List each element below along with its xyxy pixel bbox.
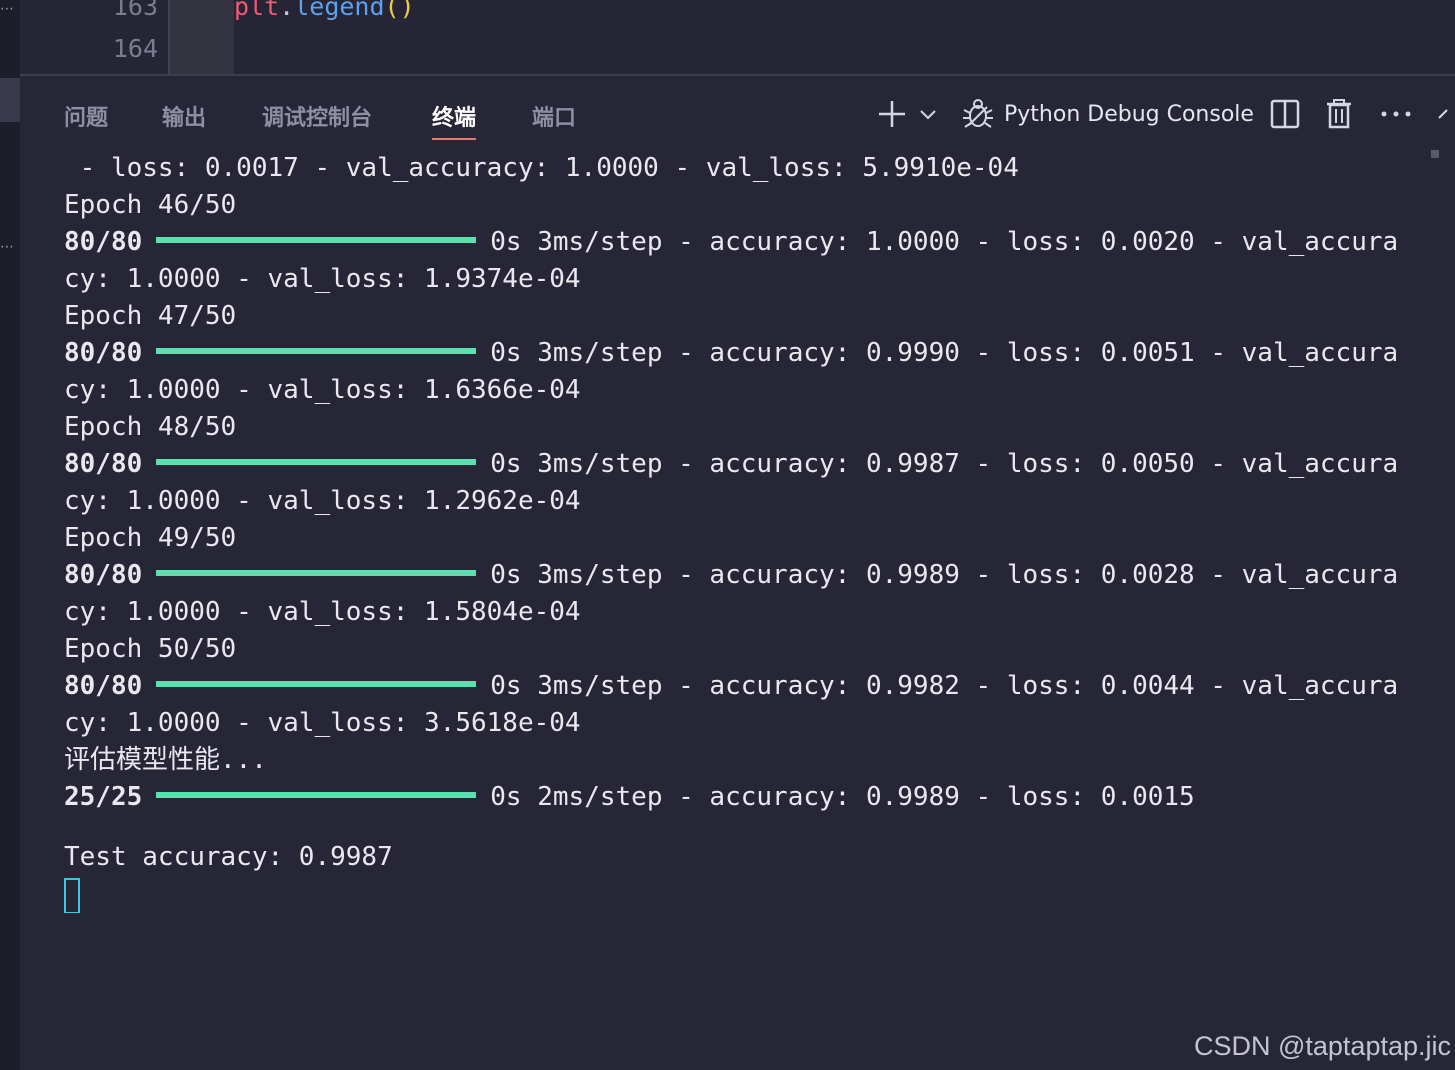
progress-bar xyxy=(156,458,477,465)
tab-terminal[interactable]: 终端 xyxy=(432,100,477,140)
ellipsis-icon xyxy=(1381,111,1411,117)
step-stats: 0s 3ms/step - accuracy: 0.9990 - loss: 0… xyxy=(490,338,1399,368)
activity-strip: ⋯ ⋯ xyxy=(0,0,20,1070)
code-token-parens: () xyxy=(384,0,415,21)
split-icon xyxy=(1270,99,1300,129)
step-count: 80/80 xyxy=(64,227,143,257)
test-accuracy: Test accuracy: 0.9987 xyxy=(64,842,393,872)
epoch-header: Epoch 46/50 xyxy=(64,190,237,220)
progress-line: 80/80 0s 3ms/step - accuracy: 0.9989 - lo… xyxy=(64,557,1430,594)
console-name: Python Debug Console xyxy=(1004,101,1254,127)
terminal-line: cy: 1.0000 - val_loss: 1.6366e-04 xyxy=(64,375,581,405)
progress-line: 80/80 0s 3ms/step - accuracy: 0.9982 - lo… xyxy=(64,668,1430,705)
step-count: 80/80 xyxy=(64,560,143,590)
epoch-header: Epoch 49/50 xyxy=(64,523,237,553)
trash-icon xyxy=(1327,99,1351,129)
kill-terminal-button[interactable] xyxy=(1326,96,1352,132)
tab-problems[interactable]: 问题 xyxy=(64,100,108,138)
chevron-up-icon xyxy=(1438,109,1448,119)
code-token-dot: . xyxy=(279,0,295,21)
step-stats: 0s 2ms/step - accuracy: 0.9989 - loss: 0… xyxy=(490,782,1195,812)
terminal-line: cy: 1.0000 - val_loss: 1.9374e-04 xyxy=(64,264,581,294)
more-dots-icon[interactable]: ⋯ xyxy=(0,240,20,254)
bottom-panel: 问题 输出 调试控制台 终端 端口 Python Debug Console -… xyxy=(20,76,1455,1070)
terminal-cursor xyxy=(64,878,80,913)
progress-line: 25/25 0s 2ms/step - accuracy: 0.9989 - lo… xyxy=(64,779,1430,816)
step-stats: 0s 3ms/step - accuracy: 1.0000 - loss: 0… xyxy=(490,227,1399,257)
epoch-header: Epoch 48/50 xyxy=(64,412,237,442)
code-line[interactable]: plt.legend() xyxy=(234,0,415,21)
progress-bar xyxy=(156,236,477,243)
progress-bar xyxy=(156,569,477,576)
maximize-panel-button[interactable] xyxy=(1438,96,1454,132)
terminal-line: cy: 1.0000 - val_loss: 1.2962e-04 xyxy=(64,486,581,516)
step-count: 25/25 xyxy=(64,782,143,812)
plus-icon xyxy=(879,101,905,127)
eval-label: 评估模型性能... xyxy=(64,745,267,775)
active-marker xyxy=(0,78,20,122)
terminal-line: cy: 1.0000 - val_loss: 1.5804e-04 xyxy=(64,597,581,627)
progress-bar xyxy=(156,347,477,354)
epoch-header: Epoch 50/50 xyxy=(64,634,237,664)
step-stats: 0s 3ms/step - accuracy: 0.9987 - loss: 0… xyxy=(490,449,1399,479)
code-token-var: plt xyxy=(234,0,280,21)
watermark: CSDN @taptaptap.jic xyxy=(1193,1031,1451,1061)
indent-guide xyxy=(168,0,234,74)
terminal-dropdown-button[interactable] xyxy=(918,96,938,132)
split-terminal-button[interactable] xyxy=(1270,96,1300,132)
step-stats: 0s 3ms/step - accuracy: 0.9982 - loss: 0… xyxy=(490,671,1399,701)
more-actions-button[interactable] xyxy=(1380,96,1412,132)
terminal-scrollbar[interactable] xyxy=(1431,150,1439,158)
progress-bar xyxy=(156,680,477,687)
line-gutter: 163 164 xyxy=(20,0,168,74)
step-count: 80/80 xyxy=(64,449,143,479)
tab-output[interactable]: 输出 xyxy=(162,100,206,138)
terminal-selector[interactable]: Python Debug Console xyxy=(960,96,1254,132)
bug-icon xyxy=(963,99,993,128)
tab-ports[interactable]: 端口 xyxy=(532,100,576,138)
terminal-line: - loss: 0.0017 - val_accuracy: 1.0000 - … xyxy=(64,153,1019,183)
line-number: 164 xyxy=(112,34,158,63)
progress-bar xyxy=(156,791,477,798)
terminal-output[interactable]: - loss: 0.0017 - val_accuracy: 1.0000 - … xyxy=(64,150,1430,913)
chevron-down-icon xyxy=(920,110,936,120)
step-count: 80/80 xyxy=(64,671,143,701)
new-terminal-button[interactable] xyxy=(876,96,908,132)
progress-line: 80/80 0s 3ms/step - accuracy: 1.0000 - lo… xyxy=(64,224,1430,261)
epoch-header: Epoch 47/50 xyxy=(64,301,237,331)
terminal-line: cy: 1.0000 - val_loss: 3.5618e-04 xyxy=(64,708,581,738)
step-stats: 0s 3ms/step - accuracy: 0.9989 - loss: 0… xyxy=(490,560,1399,590)
line-number: 163 xyxy=(112,0,158,21)
code-token-fn: legend xyxy=(294,0,385,21)
panel-tabs: 问题 输出 调试控制台 终端 端口 Python Debug Console xyxy=(20,76,1455,146)
progress-line: 80/80 0s 3ms/step - accuracy: 0.9990 - lo… xyxy=(64,335,1430,372)
prompt-line[interactable] xyxy=(64,876,1430,913)
tab-debug-console[interactable]: 调试控制台 xyxy=(262,100,372,138)
progress-line: 80/80 0s 3ms/step - accuracy: 0.9987 - lo… xyxy=(64,446,1430,483)
code-editor[interactable]: 163 164 plt.legend() xyxy=(20,0,1455,74)
more-dots-icon[interactable]: ⋯ xyxy=(0,2,20,16)
step-count: 80/80 xyxy=(64,338,143,368)
